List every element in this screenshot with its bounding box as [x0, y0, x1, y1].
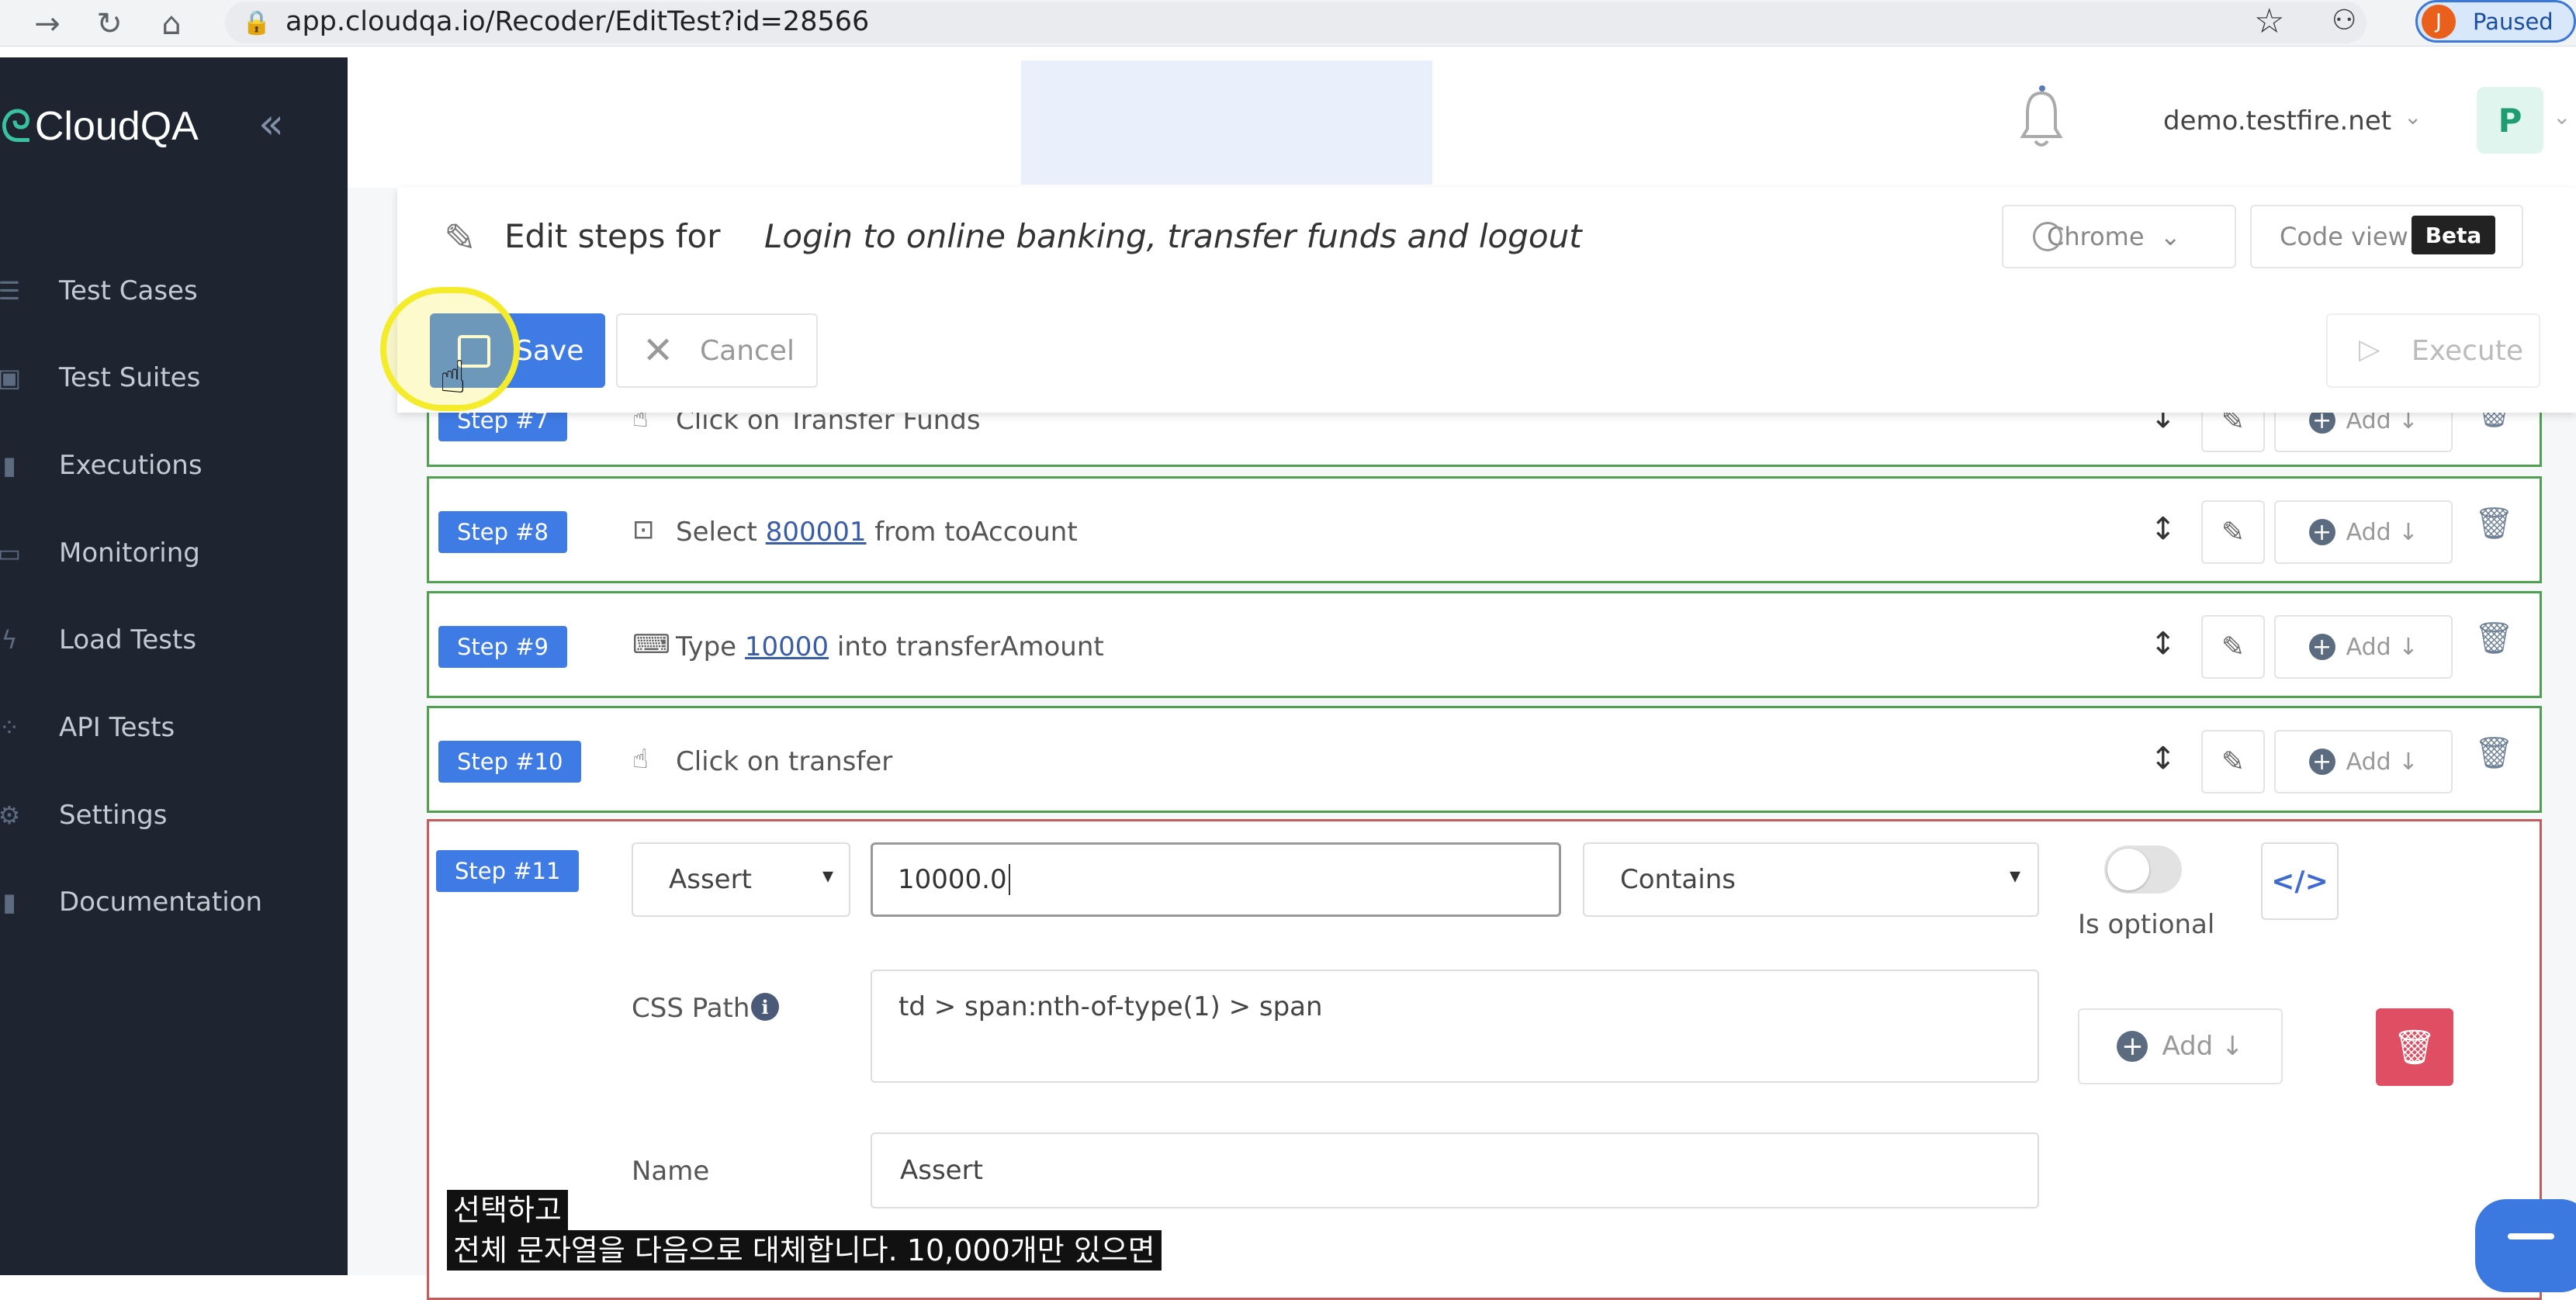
- chrome-icon: [2033, 222, 2062, 251]
- step-row[interactable]: Step #9 ⌨ Type 10000 into transferAmount…: [427, 591, 2542, 698]
- drag-handle-icon[interactable]: ↕: [2150, 626, 2176, 662]
- name-label: Name: [632, 1156, 710, 1187]
- api-icon: ⁘: [0, 713, 20, 742]
- sidebar-item-test-suites[interactable]: ▣ Test Suites: [0, 351, 348, 405]
- optional-label: Is optional: [2078, 909, 2215, 940]
- step-row[interactable]: Step #8 ⊡ Select 800001 from toAccount ↕…: [427, 476, 2542, 583]
- step-badge: Step #10: [438, 741, 582, 783]
- logo-mark-icon: ᘓ: [0, 99, 32, 153]
- delete-step-button[interactable]: 🗑: [2376, 1008, 2453, 1086]
- add-step-button[interactable]: + Add ↓: [2274, 730, 2453, 793]
- edit-step-button[interactable]: ✎: [2201, 500, 2265, 564]
- add-step-button[interactable]: + Add ↓: [2274, 615, 2453, 679]
- book-icon: ▮: [2, 887, 16, 917]
- delete-step-icon[interactable]: 🗑: [2474, 620, 2514, 656]
- plus-icon: +: [2308, 634, 2335, 661]
- sidebar-item-settings[interactable]: ⚙ Settings: [0, 788, 348, 842]
- info-icon[interactable]: i: [751, 993, 779, 1021]
- step-value-link[interactable]: 800001: [766, 517, 867, 548]
- step-badge: Step #9: [438, 626, 567, 668]
- gear-icon: ⚙: [0, 800, 21, 830]
- chevron-down-icon[interactable]: ⌄: [2404, 104, 2422, 130]
- test-name-title: Login to online banking, transfer funds …: [764, 217, 1582, 255]
- reload-icon[interactable]: ↻: [90, 5, 129, 43]
- dropdown-arrow-icon: ▾: [2010, 863, 2021, 888]
- step-text: Click on transfer: [676, 746, 893, 777]
- hand-cursor-icon: ☝: [439, 351, 467, 403]
- blurred-region: [1021, 61, 1432, 185]
- step-badge: Step #11: [436, 850, 580, 892]
- profile-avatar: J: [2422, 4, 2456, 39]
- code-icon-button[interactable]: </>: [2261, 842, 2339, 920]
- subtitle-line-1: 선택하고: [447, 1190, 568, 1230]
- play-icon: ▷: [2359, 334, 2380, 365]
- add-step-button[interactable]: + Add ↓: [2274, 500, 2453, 564]
- bolt-icon: ϟ: [1, 625, 18, 655]
- select-dropdown-icon: ⊡: [632, 514, 655, 545]
- notification-bell-icon[interactable]: [2018, 82, 2065, 152]
- bar-chart-icon: ▮: [2, 451, 16, 480]
- suites-icon: ▣: [0, 363, 22, 392]
- edit-step-button[interactable]: ✎: [2201, 615, 2265, 679]
- chat-widget-button[interactable]: [2475, 1199, 2576, 1292]
- sidebar-item-test-cases[interactable]: ☰ Test Cases: [0, 264, 348, 318]
- step-text: Select 800001 from toAccount: [676, 517, 1078, 548]
- edit-step-button[interactable]: ✎: [2201, 730, 2265, 793]
- assert-value-input[interactable]: 10000.0: [871, 842, 1561, 917]
- text-caret: [1008, 864, 1010, 895]
- forward-icon[interactable]: →: [28, 5, 67, 43]
- lock-icon[interactable]: 🔒: [242, 9, 271, 36]
- sidebar-item-monitoring[interactable]: ▭ Monitoring: [0, 526, 348, 580]
- subtitle-line-2: 전체 문자열을 다음으로 대체합니다. 10,000개만 있으면: [447, 1230, 1162, 1271]
- condition-select[interactable]: Contains: [1583, 842, 2039, 917]
- toggle-knob[interactable]: [2107, 849, 2149, 890]
- delete-step-icon[interactable]: 🗑: [2474, 505, 2514, 541]
- cloudqa-logo[interactable]: ᘓ CloudQA: [0, 99, 199, 154]
- profile-paused-button[interactable]: J Paused: [2415, 0, 2576, 43]
- step-row[interactable]: Step #10 ☝ Click on transfer ↕ ✎ + Add ↓ …: [427, 706, 2542, 813]
- org-selector[interactable]: demo.testfire.net: [2163, 105, 2391, 137]
- extension-icon[interactable]: ⚇: [2332, 5, 2356, 36]
- monitor-icon: ▭: [0, 538, 22, 568]
- sidebar-item-documentation[interactable]: ▮ Documentation: [0, 875, 348, 929]
- step-text: Type 10000 into transferAmount: [676, 631, 1104, 662]
- beta-badge: Beta: [2412, 216, 2495, 254]
- drag-handle-icon[interactable]: ↕: [2150, 741, 2176, 776]
- bookmark-star-icon[interactable]: ☆: [2254, 2, 2284, 41]
- plus-icon: +: [2117, 1031, 2148, 1062]
- click-icon: ☝: [632, 744, 649, 775]
- action-select[interactable]: Assert: [632, 842, 850, 917]
- plus-icon: +: [2308, 519, 2335, 546]
- list-icon: ☰: [0, 276, 21, 306]
- sidebar-item-executions[interactable]: ▮ Executions: [0, 438, 348, 493]
- home-icon[interactable]: ⌂: [152, 5, 191, 43]
- chat-icon: [2508, 1233, 2554, 1239]
- edit-steps-label: Edit steps for: [504, 217, 721, 255]
- chevron-down-icon[interactable]: ⌄: [2553, 104, 2571, 130]
- sidebar-item-api-tests[interactable]: ⁘ API Tests: [0, 700, 348, 755]
- plus-icon: +: [2308, 749, 2335, 776]
- edit-icon: ✎: [444, 216, 476, 261]
- close-icon: ✕: [642, 329, 674, 372]
- delete-step-icon[interactable]: 🗑: [2474, 735, 2514, 771]
- css-path-textarea[interactable]: td > span:nth-of-type(1) > span: [871, 970, 2039, 1083]
- step-value-link[interactable]: 10000: [745, 631, 829, 662]
- add-step-button[interactable]: + Add ↓: [2078, 1008, 2283, 1084]
- keyboard-icon: ⌨: [632, 629, 671, 660]
- collapse-sidebar-icon[interactable]: «: [258, 99, 284, 148]
- name-input[interactable]: Assert: [871, 1132, 2039, 1208]
- user-avatar[interactable]: P: [2477, 87, 2543, 154]
- notification-dot: [2039, 85, 2045, 92]
- dropdown-arrow-icon: ▾: [822, 863, 834, 888]
- drag-handle-icon[interactable]: ↕: [2150, 511, 2176, 547]
- step-badge: Step #8: [438, 511, 567, 553]
- css-path-label: CSS Path: [632, 993, 750, 1024]
- paused-label: Paused: [2473, 8, 2553, 35]
- url-text[interactable]: app.cloudqa.io/Recoder/EditTest?id=28566: [286, 3, 869, 40]
- sidebar-item-load-tests[interactable]: ϟ Load Tests: [0, 613, 348, 667]
